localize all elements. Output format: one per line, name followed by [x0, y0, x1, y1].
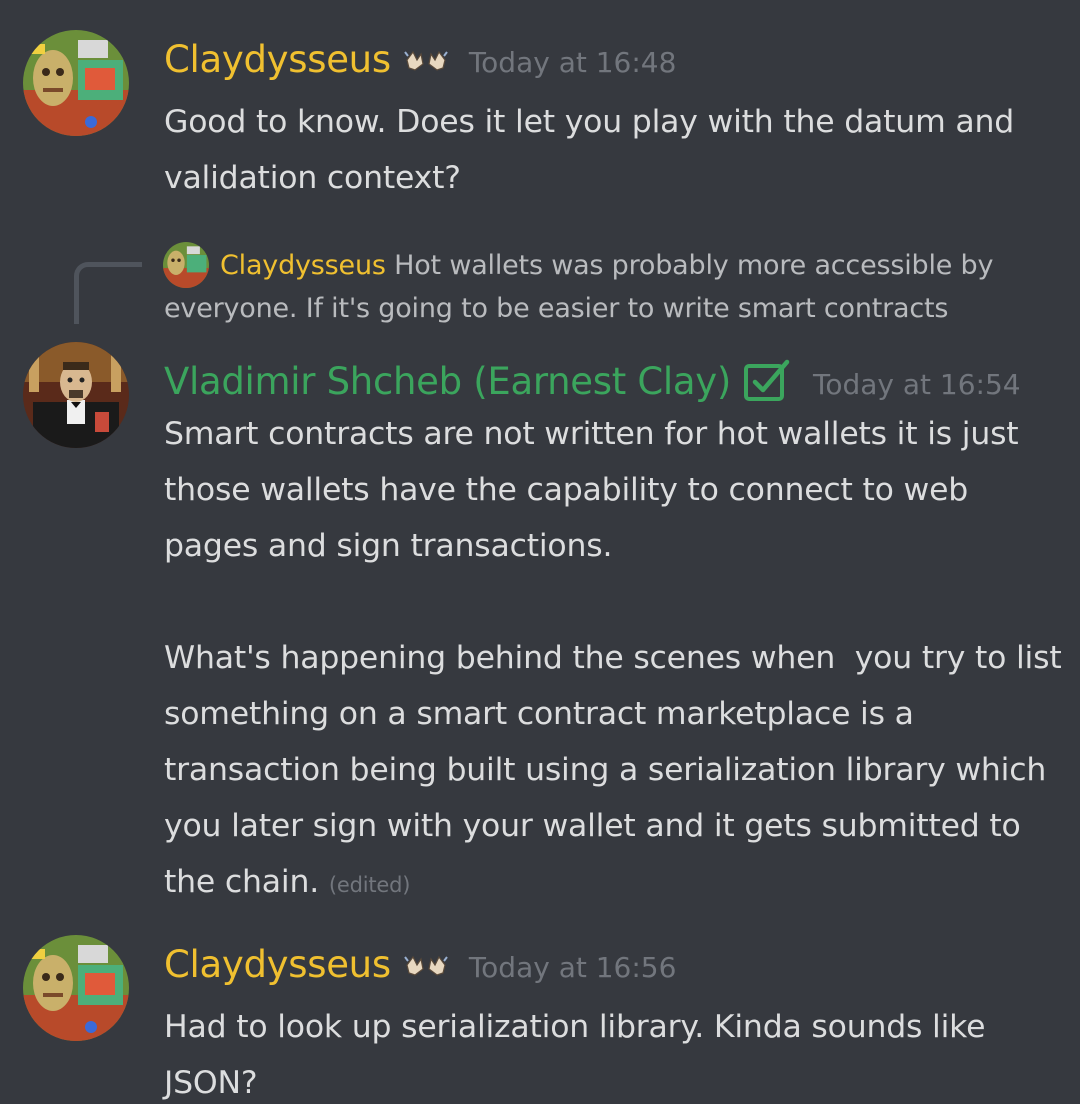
avatar[interactable]	[23, 30, 129, 136]
edited-label: (edited)	[328, 873, 411, 897]
message-content: Smart contracts are not written for hot …	[164, 406, 1064, 913]
reply-preview: Claydysseus Hot wallets was probably mor…	[164, 244, 1044, 330]
checkbox-check-icon	[743, 358, 793, 406]
message-content: Had to look up serialization library. Ki…	[164, 1009, 996, 1101]
username[interactable]: Claydysseus	[164, 943, 391, 986]
message-content: Good to know. Does it let you play with …	[164, 104, 1024, 196]
avatar[interactable]	[23, 342, 129, 448]
username[interactable]: Vladimir Shcheb (Earnest Clay)	[164, 360, 731, 403]
timestamp: Today at 16:48	[468, 46, 677, 79]
hands-emoji-icon	[403, 48, 449, 78]
message-text: Smart contracts are not written for hot …	[164, 416, 1062, 900]
reply-author[interactable]: Claydysseus	[220, 250, 386, 281]
chat-messages: Claydysseus Today at 16:48 Good to know.…	[0, 0, 1080, 1104]
reply-reference[interactable]: Claydysseus Hot wallets was probably mor…	[0, 240, 1080, 330]
avatar[interactable]	[23, 935, 129, 1041]
timestamp: Today at 16:56	[468, 951, 677, 984]
username[interactable]: Claydysseus	[164, 38, 391, 81]
timestamp: Today at 16:54	[813, 368, 1021, 401]
hands-emoji-icon	[403, 953, 449, 983]
reply-spine	[74, 262, 142, 324]
